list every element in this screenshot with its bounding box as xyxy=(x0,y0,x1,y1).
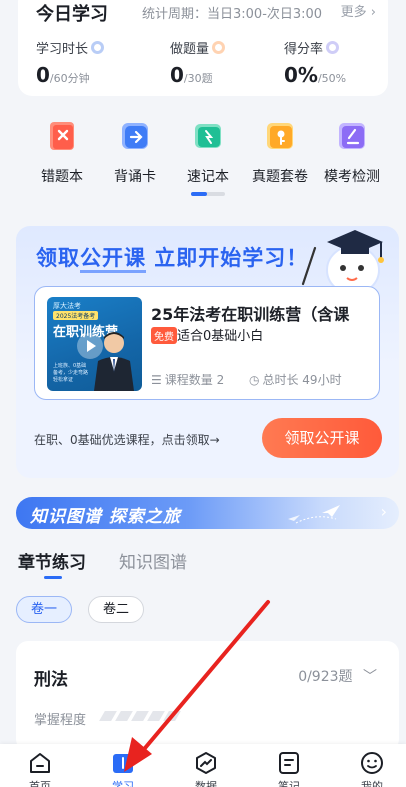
recite-card-icon xyxy=(122,123,148,149)
tool-page-indicator xyxy=(191,192,225,196)
tool-label: 错题本 xyxy=(41,169,83,185)
more-label[interactable]: 更多 xyxy=(341,5,367,20)
tool-recite-card[interactable]: 背诵卡 xyxy=(96,118,174,186)
study-icon xyxy=(113,754,133,773)
nav-profile[interactable]: 我的 xyxy=(342,750,402,787)
mock-exam-icon xyxy=(339,123,365,149)
tool-mock-exam[interactable]: 模考检测 xyxy=(313,118,391,186)
progress-ring-icon xyxy=(326,41,340,54)
duration-text: 总时长 49小时 xyxy=(262,373,342,387)
more-link[interactable]: 更多 › xyxy=(341,1,376,20)
volume-two-pill[interactable]: 卷二 xyxy=(88,596,144,623)
subject-count[interactable]: 0/923题 ﹀ xyxy=(298,666,377,686)
tool-label: 真题套卷 xyxy=(252,169,308,185)
wrong-book-icon xyxy=(50,122,74,150)
chevron-right-icon: › xyxy=(370,5,376,20)
nav-study[interactable]: 学习 xyxy=(93,750,153,787)
stat-question-count: 做题量 0/30题 xyxy=(170,38,226,87)
promo-headline-pre: 领取 xyxy=(36,246,80,270)
stat-score-rate: 得分率 0%/50% xyxy=(284,38,346,87)
lesson-count: ☰ 课程数量 2 xyxy=(151,371,224,388)
active-tab-underline xyxy=(44,576,62,579)
stats-period: 统计周期：当日3:00-次日3:00 xyxy=(142,7,323,22)
tab-chapter-practice[interactable]: 章节练习 xyxy=(18,548,86,573)
course-duration: ◷ 总时长 49小时 xyxy=(249,371,342,388)
notes-icon xyxy=(279,752,299,774)
home-icon xyxy=(30,753,50,773)
promo-hint: 在职、0基础优选课程，点击领取→ xyxy=(34,433,220,447)
get-open-course-button[interactable]: 领取公开课 xyxy=(262,418,382,458)
list-icon: ☰ xyxy=(151,372,162,387)
open-course-promo: 领取公开课 立即开始学习！ 厚大法考 2025法考备考 在职训练营 上班族、0基… xyxy=(16,226,399,478)
today-study-title: 今日学习 xyxy=(36,4,108,25)
stat-value: 0 xyxy=(170,63,184,87)
real-exam-icon xyxy=(267,123,293,149)
profile-icon xyxy=(361,752,383,774)
promo-headline-highlight: 公开课 xyxy=(80,246,146,273)
subject-count-text: 0/923题 xyxy=(298,669,353,685)
tool-grid: 错题本 背诵卡 速记本 真题套卷 模考检测 xyxy=(0,112,406,202)
nav-label: 笔记 xyxy=(278,780,300,787)
promo-headline: 领取公开课 立即开始学习！ xyxy=(36,242,309,273)
quick-notes-icon xyxy=(195,124,221,148)
tool-quick-notes[interactable]: 速记本 xyxy=(169,118,247,186)
lesson-count-text: 课程数量 2 xyxy=(164,373,225,387)
thumb-ribbon: 2025法考备考 xyxy=(53,311,99,320)
free-badge: 免费 xyxy=(151,327,177,344)
nav-label: 学习 xyxy=(112,780,134,787)
stat-label: 做题量 xyxy=(170,42,210,57)
tool-real-exam[interactable]: 真题套卷 xyxy=(241,118,319,186)
course-title: 25年法考在职训练营（含课 xyxy=(151,305,350,324)
stat-unit: /30题 xyxy=(183,72,213,85)
volume-one-pill[interactable]: 卷一 xyxy=(16,596,72,623)
stat-unit: /60分钟 xyxy=(49,72,90,85)
mastery-label: 掌握程度 xyxy=(34,713,87,728)
today-study-card: 今日学习 统计周期：当日3:00-次日3:00 更多 › 学习时长 0/60分钟… xyxy=(18,0,388,96)
nav-label: 首页 xyxy=(29,780,51,787)
course-thumbnail[interactable]: 厚大法考 2025法考备考 在职训练营 上班族、0基础备考，少走弯路 轻松拿证 xyxy=(47,297,142,391)
subject-name: 刑法 xyxy=(34,670,68,690)
stat-value: 0 xyxy=(36,63,50,87)
tool-label: 速记本 xyxy=(187,169,229,185)
thumb-text: 上班族、0基础备考，少走弯路 轻松拿证 xyxy=(53,363,89,383)
stat-unit: /50% xyxy=(317,72,347,85)
stat-study-time: 学习时长 0/60分钟 xyxy=(36,38,105,87)
play-icon[interactable] xyxy=(77,333,103,359)
mastery-level-bar xyxy=(99,711,181,721)
stat-label: 得分率 xyxy=(284,42,324,57)
stat-label: 学习时长 xyxy=(36,42,89,57)
nav-home[interactable]: 首页 xyxy=(10,750,70,787)
chevron-down-icon: ﹀ xyxy=(363,669,377,685)
progress-ring-icon xyxy=(91,41,105,54)
nav-notes[interactable]: 笔记 xyxy=(259,750,319,787)
nav-label: 我的 xyxy=(361,780,383,787)
tool-label: 模考检测 xyxy=(324,169,380,185)
practice-tabs: 章节练习 知识图谱 xyxy=(0,538,406,584)
knowledge-map-banner[interactable]: 知识图谱 探索之旅 › xyxy=(16,497,399,529)
nav-data[interactable]: 数据 xyxy=(176,750,236,787)
bottom-nav: 首页 学习 数据 笔记 我的 xyxy=(0,744,406,787)
data-icon xyxy=(196,752,216,774)
nav-label: 数据 xyxy=(195,780,217,787)
clock-icon: ◷ xyxy=(249,372,260,387)
tool-wrong-book[interactable]: 错题本 xyxy=(23,118,101,186)
tool-label: 背诵卡 xyxy=(114,169,156,185)
subject-card-criminal-law[interactable]: 刑法 0/923题 ﹀ 掌握程度 xyxy=(16,641,399,751)
course-card[interactable]: 厚大法考 2025法考备考 在职训练营 上班族、0基础备考，少走弯路 轻松拿证 … xyxy=(34,286,380,400)
tab-knowledge-map[interactable]: 知识图谱 xyxy=(119,548,187,573)
stat-value: 0% xyxy=(284,63,318,87)
knowledge-map-title: 知识图谱 探索之旅 xyxy=(30,507,181,527)
thumb-brand: 厚大法考 xyxy=(53,302,81,310)
progress-ring-icon xyxy=(212,41,226,54)
chevron-right-icon: › xyxy=(380,502,387,521)
paper-plane-icon xyxy=(288,505,340,524)
promo-headline-post: 立即开始学习！ xyxy=(146,246,309,270)
course-subtitle: 适合0基础小白 xyxy=(177,329,264,344)
